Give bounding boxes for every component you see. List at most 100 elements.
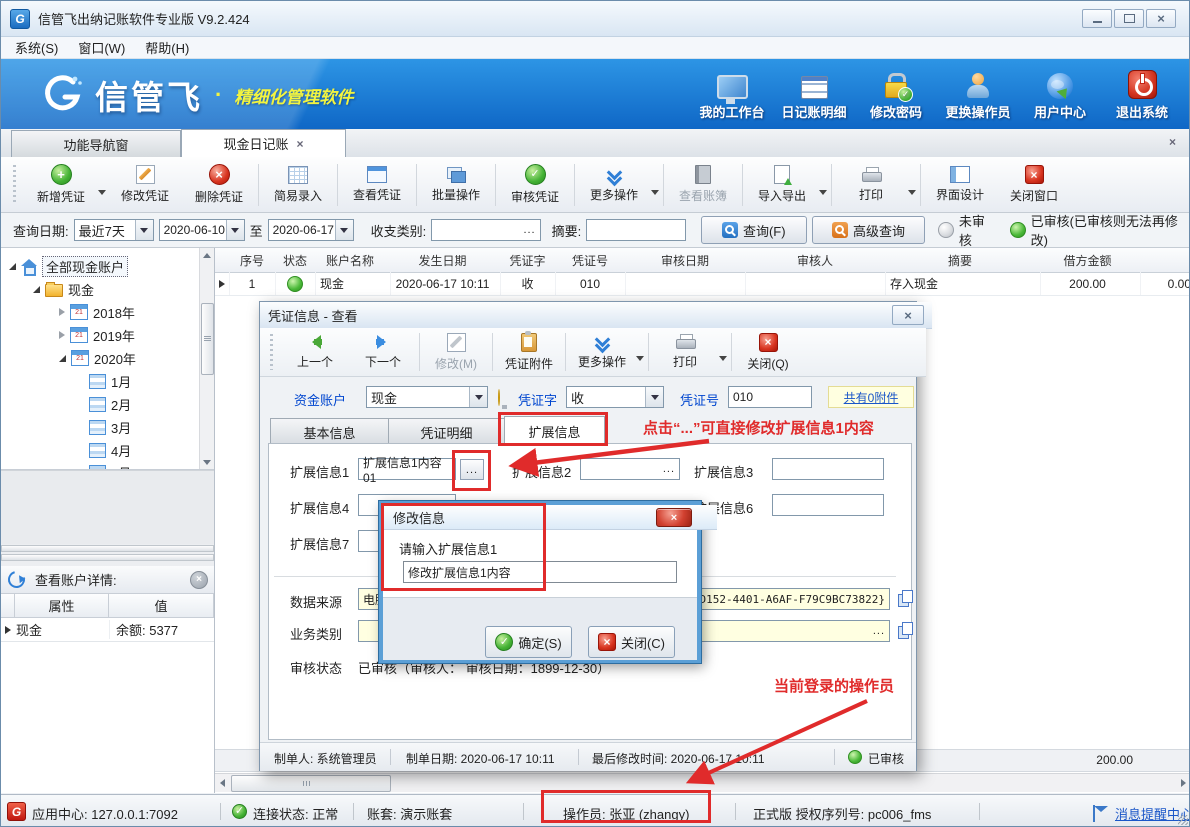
tab-close-icon[interactable]: × <box>297 138 304 150</box>
dialog-close-q-button[interactable]: 关闭(Q) <box>734 330 802 374</box>
chevron-down-icon[interactable] <box>135 220 153 240</box>
menu-help[interactable]: 帮助(H) <box>135 36 199 59</box>
tab-function-nav[interactable]: 功能导航窗 <box>11 130 181 157</box>
scroll-left-icon[interactable] <box>220 779 225 787</box>
more-caret-icon[interactable] <box>636 356 644 365</box>
tree-node-all-accounts[interactable]: 全部现金账户 <box>9 256 128 276</box>
splitter-handle[interactable] <box>1 545 214 552</box>
tab-cash-journal[interactable]: 现金日记账 × <box>181 129 346 157</box>
cell-memo[interactable]: 存入现金 <box>885 272 1041 296</box>
col-header-memo[interactable]: 摘要 <box>885 248 1036 273</box>
cell-word[interactable]: 收 <box>500 272 556 296</box>
tree-node-cash[interactable]: 现金 <box>33 279 94 299</box>
tree-node-month-4[interactable]: 4月 <box>89 440 131 460</box>
col-header-status[interactable]: 状态 <box>275 248 316 273</box>
dialog-print-button[interactable]: 打印 <box>651 330 719 374</box>
col-header-debit[interactable]: 借方金额 <box>1035 248 1141 273</box>
chevron-down-icon[interactable] <box>645 387 663 407</box>
voucher-no-input[interactable]: 010 <box>728 386 812 408</box>
dialog-more-operations-button[interactable]: 更多操作 <box>568 330 636 374</box>
maximize-button[interactable] <box>1114 9 1144 28</box>
tree-node-month-5[interactable]: 5月 <box>89 462 131 470</box>
import-export-caret-icon[interactable] <box>819 190 827 199</box>
ext6-input[interactable] <box>772 494 884 516</box>
tabstrip-close-icon[interactable]: × <box>1169 136 1176 148</box>
dialog-close-button[interactable] <box>892 305 924 325</box>
switch-operator-button[interactable]: 更换操作员 <box>937 67 1019 121</box>
confirm-button[interactable]: 确定(S) <box>485 626 572 658</box>
more-operations-button[interactable]: 更多操作 <box>577 160 651 210</box>
resize-grip[interactable] <box>1178 815 1188 825</box>
date-to-select[interactable]: 2020-06-17 <box>268 219 354 241</box>
refresh-icon[interactable] <box>5 568 28 591</box>
voucher-attachment-button[interactable]: 凭证附件 <box>495 330 563 374</box>
tab-voucher-detail[interactable]: 凭证明细 <box>388 418 505 445</box>
audit-voucher-button[interactable]: 审核凭证 <box>498 160 572 210</box>
cell-no[interactable]: 010 <box>555 272 626 296</box>
tree-node-month-3[interactable]: 3月 <box>89 417 131 437</box>
edit-voucher-button[interactable]: 修改凭证 <box>108 160 182 210</box>
tree-scrollbar-thumb[interactable] <box>201 303 214 375</box>
close-button[interactable] <box>1146 9 1176 28</box>
account-detail-row[interactable]: 现金 余额: 5377 <box>1 618 214 642</box>
change-password-button[interactable]: 修改密码 <box>855 67 937 121</box>
expander-closed-icon[interactable] <box>59 331 65 339</box>
cell-auditor[interactable] <box>745 272 886 296</box>
panel-close-icon[interactable] <box>190 571 208 589</box>
cell-status[interactable] <box>275 272 316 296</box>
advanced-search-button[interactable]: 高级查询 <box>812 216 926 244</box>
import-export-button[interactable]: 导入导出 <box>745 160 819 210</box>
tree-node-2020[interactable]: 2020年 <box>59 348 136 368</box>
next-voucher-button[interactable]: 下一个 <box>349 330 417 374</box>
expander-closed-icon[interactable] <box>59 308 65 316</box>
quick-entry-button[interactable]: 简易录入 <box>261 160 335 210</box>
expander-open-icon[interactable] <box>9 263 16 270</box>
prev-voucher-button[interactable]: 上一个 <box>281 330 349 374</box>
tree-node-2018[interactable]: 2018年 <box>59 302 135 322</box>
col-header-audit-date[interactable]: 审核日期 <box>625 248 746 273</box>
more-operations-caret-icon[interactable] <box>651 190 659 199</box>
memo-input[interactable] <box>586 219 686 241</box>
biz-ellipsis-button[interactable]: ... <box>873 625 885 637</box>
ui-design-button[interactable]: 界面设计 <box>923 160 997 210</box>
fund-account-select[interactable]: 现金 <box>366 386 488 408</box>
modify-dialog-close-button[interactable] <box>656 508 692 527</box>
expander-open-icon[interactable] <box>33 286 40 293</box>
exit-system-button[interactable]: 退出系统 <box>1101 67 1183 121</box>
close-window-button[interactable]: 关闭窗口 <box>997 160 1071 210</box>
delete-voucher-button[interactable]: 删除凭证 <box>182 160 256 210</box>
print-caret-icon[interactable] <box>908 190 916 199</box>
tree-scrollbar[interactable] <box>199 248 214 470</box>
attachment-count-link[interactable]: 共有0附件 <box>828 386 914 408</box>
col-header-auditor[interactable]: 审核人 <box>745 248 886 273</box>
batch-operation-button[interactable]: 批量操作 <box>419 160 493 210</box>
cell-date[interactable]: 2020-06-17 10:11 <box>385 272 501 296</box>
menu-system[interactable]: 系统(S) <box>5 36 68 59</box>
tree-node-2019[interactable]: 2019年 <box>59 325 135 345</box>
modify-voucher-button[interactable]: 修改(M) <box>422 330 490 374</box>
hscrollbar-thumb[interactable] <box>231 775 391 792</box>
cell-debit[interactable]: 200.00 <box>1035 272 1141 296</box>
category-input[interactable]: ... <box>431 219 540 241</box>
view-voucher-button[interactable]: 查看凭证 <box>340 160 414 210</box>
add-voucher-caret-icon[interactable] <box>98 190 106 199</box>
col-header-no[interactable]: 凭证号 <box>555 248 626 273</box>
journal-detail-button[interactable]: 日记账明细 <box>773 67 855 121</box>
cell-seq[interactable]: 1 <box>229 272 276 296</box>
minimize-button[interactable] <box>1082 9 1112 28</box>
modify-close-button[interactable]: 关闭(C) <box>588 626 675 658</box>
voucher-word-select[interactable]: 收 <box>566 386 664 408</box>
menu-window[interactable]: 窗口(W) <box>68 36 135 59</box>
print-button[interactable]: 打印 <box>834 160 908 210</box>
date-from-select[interactable]: 2020-06-10 <box>159 219 245 241</box>
scroll-down-icon[interactable] <box>203 460 211 465</box>
cell-credit[interactable]: 0.00 <box>1140 272 1190 296</box>
col-header-seq[interactable]: 序号 <box>229 248 276 273</box>
print-caret-icon[interactable] <box>719 356 727 365</box>
view-book-button[interactable]: 查看账簿 <box>666 160 740 210</box>
search-button[interactable]: 查询(F) <box>701 216 807 244</box>
tree-node-month-2[interactable]: 2月 <box>89 394 131 414</box>
expander-open-icon[interactable] <box>59 355 66 362</box>
splitter-handle[interactable] <box>1 554 214 561</box>
ext2-ellipsis-button[interactable]: ... <box>663 463 675 475</box>
